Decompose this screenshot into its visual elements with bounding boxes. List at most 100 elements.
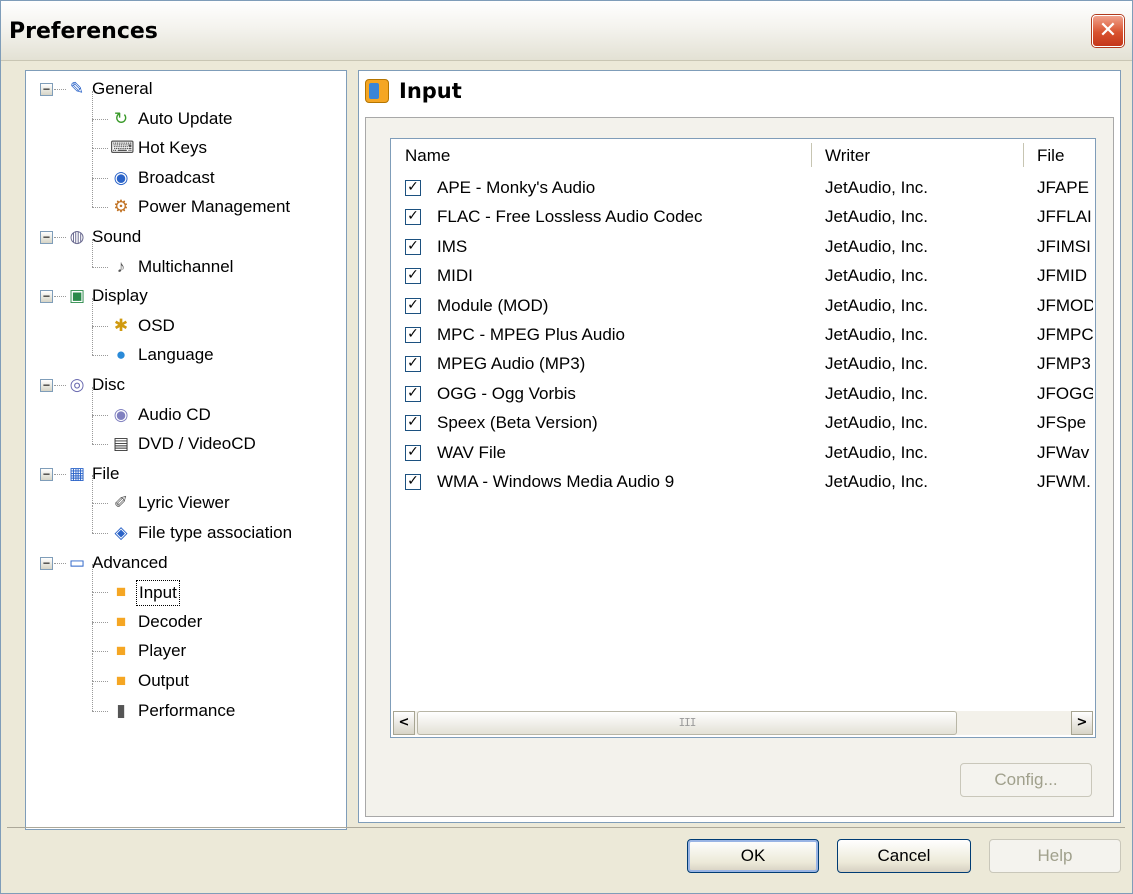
tree-item-sound[interactable]: − ◍ Sound: [26, 223, 344, 251]
tree-item-audio-cd[interactable]: ◉ Audio CD: [26, 386, 344, 429]
collapse-toggle[interactable]: −: [40, 379, 53, 392]
tree-item-label: OSD: [138, 315, 175, 335]
config-button[interactable]: Config...: [960, 763, 1092, 797]
plugin-name: Module (MOD): [437, 295, 549, 315]
horizontal-scrollbar[interactable]: < III >: [393, 711, 1093, 735]
title-bar[interactable]: Preferences ✕: [1, 1, 1132, 61]
enable-checkbox[interactable]: ✓: [405, 327, 421, 343]
plugin-writer: JetAudio, Inc.: [825, 236, 929, 256]
list-item[interactable]: ✓ MPEG Audio (MP3) JetAudio, Inc. JFMP3: [391, 351, 1095, 380]
list-item[interactable]: ✓ OGG - Ogg Vorbis JetAudio, Inc. JFOGG: [391, 381, 1095, 410]
tree-item-label: File type association: [138, 523, 293, 542]
scroll-thumb[interactable]: III: [417, 711, 957, 735]
tree-item-broadcast[interactable]: ◉ Broadcast: [26, 149, 344, 192]
collapse-toggle[interactable]: −: [40, 231, 53, 244]
tree-item-label: Output: [138, 671, 190, 690]
list-item[interactable]: ✓ Module (MOD) JetAudio, Inc. JFMOD: [391, 293, 1095, 322]
tree-item-auto-update[interactable]: ↻ Auto Update: [26, 90, 344, 133]
plugin-file: JFMID: [1037, 266, 1088, 286]
enable-checkbox[interactable]: ✓: [405, 474, 421, 490]
tree-line: [92, 118, 108, 120]
list-item[interactable]: ✓ MPC - MPEG Plus Audio JetAudio, Inc. JFMP…: [391, 322, 1095, 351]
preferences-dialog: Preferences ✕ − ✎ General ↻ Auto Update ⌨ Hot …: [0, 0, 1133, 894]
tree-item-file[interactable]: − ▦ File: [26, 460, 344, 488]
grip-icon: III: [678, 716, 697, 729]
column-header-file[interactable]: File: [1037, 146, 1064, 166]
tree-item-label: Lyric Viewer: [138, 493, 230, 513]
enable-checkbox[interactable]: ✓: [405, 180, 421, 196]
plugin-writer: JetAudio, Inc.: [825, 178, 929, 197]
scroll-left-button[interactable]: <: [393, 711, 415, 735]
plugin-icon: ■: [115, 582, 127, 602]
collapse-toggle[interactable]: −: [40, 290, 53, 304]
category-tree[interactable]: − ✎ General ↻ Auto Update ⌨ Hot Keys ◉ Broadcast…: [25, 70, 347, 830]
tree-item-display[interactable]: − ▣ Display: [26, 282, 344, 310]
tree-item-hot-keys[interactable]: ⌨ Hot Keys: [26, 120, 344, 162]
plugin-name: FLAC - Free Lossless Audio Codec: [437, 207, 703, 227]
tree-item-language[interactable]: ● Language: [26, 327, 344, 369]
tree-line: [92, 505, 93, 533]
plugin-writer: JetAudio, Inc.: [825, 354, 929, 374]
general-icon: ✎: [69, 79, 85, 98]
close-button[interactable]: ✕: [1092, 15, 1124, 47]
tree-item-multichannel[interactable]: ♪ Multichannel: [26, 238, 344, 281]
tree-item-output[interactable]: ■ Output: [26, 653, 344, 695]
panel-content: Name Writer File ✓ APE - Monky's Audio Jet…: [365, 117, 1114, 817]
column-separator[interactable]: [811, 143, 813, 167]
list-item[interactable]: ✓ WMA - Windows Media Audio 9 JetAudio, In…: [391, 469, 1095, 498]
ok-button[interactable]: OK: [687, 839, 819, 873]
enable-checkbox[interactable]: ✓: [405, 297, 421, 314]
plugin-name: APE - Monky's Audio: [437, 178, 596, 197]
collapse-toggle[interactable]: −: [40, 83, 53, 96]
chevron-left-icon: <: [398, 715, 410, 730]
enable-checkbox[interactable]: ✓: [405, 415, 421, 432]
column-separator[interactable]: [1023, 143, 1025, 167]
power-icon: ⚙: [113, 197, 129, 217]
list-item[interactable]: ✓ Speex (Beta Version) JetAudio, Inc. JFSpe: [391, 410, 1095, 439]
tree-line: [92, 623, 93, 652]
enable-checkbox[interactable]: ✓: [405, 238, 421, 255]
enable-checkbox[interactable]: ✓: [405, 385, 421, 402]
column-header-name[interactable]: Name: [405, 146, 450, 166]
tree-item-label: Audio CD: [138, 404, 211, 424]
plugin-file: JFWM.: [1037, 472, 1091, 491]
list-item[interactable]: ✓ WAV File JetAudio, Inc. JFWav: [391, 440, 1095, 469]
cancel-button[interactable]: Cancel: [837, 839, 971, 873]
tree-item-osd[interactable]: ✱ OSD: [26, 297, 344, 340]
column-header-writer[interactable]: Writer: [825, 146, 870, 166]
tree-item-player[interactable]: ■ Player: [26, 623, 344, 665]
tree-item-advanced[interactable]: − ▭ Advanced: [26, 549, 344, 577]
list-item[interactable]: ✓ IMS JetAudio, Inc. JFIMSI: [391, 234, 1095, 263]
tree-item-input[interactable]: ■ Input: [26, 564, 344, 607]
tree-line: [92, 148, 108, 150]
collapse-toggle[interactable]: −: [40, 556, 53, 570]
tree-item-general[interactable]: − ✎ General: [26, 75, 344, 103]
tree-item-lyric-viewer[interactable]: ✐ Lyric Viewer: [26, 475, 344, 517]
tree-item-power-management[interactable]: ⚙ Power Management: [26, 179, 344, 221]
list-item[interactable]: ✓ FLAC - Free Lossless Audio Codec JetAudi…: [391, 204, 1095, 233]
tree-item-disc[interactable]: − ◎ Disc: [26, 371, 344, 399]
close-icon: ✕: [1098, 18, 1118, 43]
enable-checkbox[interactable]: ✓: [405, 268, 421, 285]
tree-item-dvd-videocd[interactable]: ▤ DVD / VideoCD: [26, 416, 344, 458]
file-assoc-icon: ◈: [114, 523, 128, 542]
plugin-list[interactable]: Name Writer File ✓ APE - Monky's Audio Jet…: [390, 138, 1096, 738]
tree-item-file-type-association[interactable]: ◈ File type association: [26, 505, 344, 547]
tree-line: [54, 89, 66, 90]
list-item[interactable]: ✓ MIDI JetAudio, Inc. JFMID: [391, 263, 1095, 292]
enable-checkbox[interactable]: ✓: [405, 444, 421, 461]
enable-checkbox[interactable]: ✓: [405, 356, 421, 373]
enable-checkbox[interactable]: ✓: [405, 209, 421, 226]
help-button[interactable]: Help: [989, 839, 1121, 873]
tree-line: [92, 444, 108, 446]
tree-item-performance[interactable]: ▮ Performance: [26, 682, 344, 725]
tree-item-label: DVD / VideoCD: [138, 434, 256, 454]
collapse-toggle[interactable]: −: [40, 467, 53, 481]
tree-line: [92, 266, 108, 268]
tree-item-decoder[interactable]: ■ Decoder: [26, 593, 344, 636]
tree-item-label: Decoder: [138, 611, 203, 631]
scroll-right-button[interactable]: >: [1071, 711, 1093, 735]
plugin-name: MPEG Audio (MP3): [437, 354, 586, 374]
plugin-file: JFIMSI: [1037, 236, 1091, 256]
list-item[interactable]: ✓ APE - Monky's Audio JetAudio, Inc. JFAPE: [391, 175, 1095, 204]
